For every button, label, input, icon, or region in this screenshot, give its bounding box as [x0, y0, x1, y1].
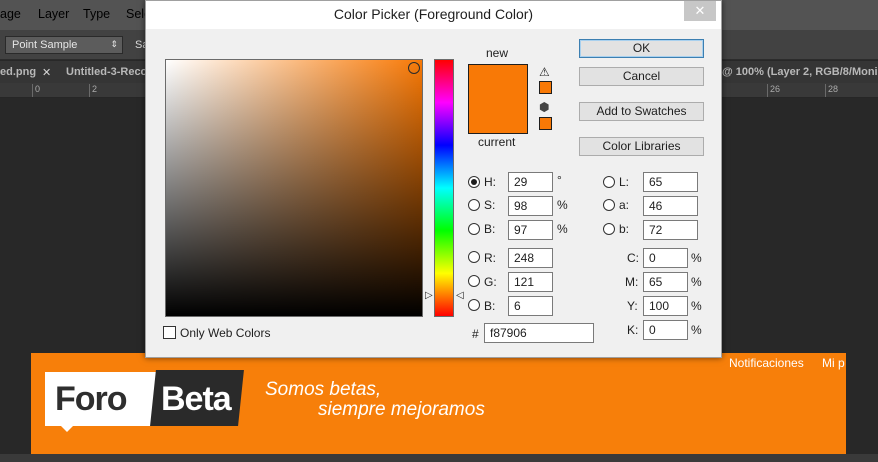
cyan-input[interactable] — [643, 248, 688, 268]
only-web-colors-checkbox[interactable] — [163, 326, 176, 339]
color-field[interactable] — [165, 59, 423, 317]
add-to-swatches-button[interactable]: Add to Swatches — [579, 102, 704, 121]
ruler-mark: 26 — [770, 84, 781, 94]
lightness-label: L: — [619, 175, 630, 189]
web-safe-cube-icon[interactable]: ⬢ — [539, 100, 549, 114]
degree-unit: ° — [557, 173, 562, 187]
percent-unit: % — [557, 222, 568, 236]
hex-input[interactable] — [484, 323, 594, 343]
menu-layer[interactable]: Layer — [38, 7, 69, 21]
new-color-label: new — [486, 46, 509, 60]
menu-type[interactable]: Type — [83, 7, 110, 21]
logo-text-foro: Foro — [55, 380, 128, 418]
blue-input[interactable] — [508, 296, 553, 316]
brightness-input[interactable] — [508, 220, 553, 240]
doc-tab-2[interactable]: Untitled-3-Reco — [66, 61, 146, 83]
a-channel-label: a: — [619, 198, 630, 212]
black-label: K: — [627, 323, 639, 337]
select-arrows-icon: ⇕ — [110, 39, 118, 49]
radio-lightness[interactable] — [603, 176, 615, 188]
sample-select-value: Point Sample — [12, 39, 78, 51]
slogan-line-2: siempre mejoramos — [318, 399, 485, 420]
sample-select[interactable]: Point Sample ⇕ — [5, 36, 123, 54]
radio-b-channel[interactable] — [603, 223, 615, 235]
ruler-tick — [767, 84, 768, 97]
hue-slider-right-arrow-icon[interactable]: ◁ — [456, 290, 464, 301]
only-web-colors-label: Only Web Colors — [180, 326, 271, 340]
color-field-cursor[interactable] — [408, 62, 420, 74]
web-safe-color-swatch[interactable] — [539, 117, 552, 130]
blue-label: B: — [484, 299, 496, 313]
hue-slider[interactable] — [434, 59, 454, 317]
doc-tab-3[interactable]: @ 100% (Layer 2, RGB/8/Moni — [722, 61, 878, 83]
color-libraries-button[interactable]: Color Libraries — [579, 137, 704, 156]
color-preview — [468, 64, 528, 134]
black-input[interactable] — [643, 320, 688, 340]
doc-tab-1[interactable]: ed.png — [0, 61, 36, 83]
magenta-label: M: — [625, 275, 639, 289]
cancel-button[interactable]: Cancel — [579, 67, 704, 86]
ruler-mark: 2 — [92, 84, 98, 94]
radio-green[interactable] — [468, 275, 480, 287]
forobeta-logo[interactable]: Foro Beta — [45, 370, 244, 432]
ruler-tick — [32, 84, 33, 97]
close-icon[interactable]: ✕ — [684, 1, 716, 21]
ruler-tick — [89, 84, 90, 97]
ruler-mark: 28 — [828, 84, 839, 94]
hue-label: H: — [484, 175, 496, 189]
radio-saturation[interactable] — [468, 199, 480, 211]
hue-slider-left-arrow-icon[interactable]: ▷ — [425, 290, 433, 301]
brightness-label: B: — [484, 222, 496, 236]
profile-link[interactable]: Mi p — [822, 356, 846, 370]
magenta-input[interactable] — [643, 272, 688, 292]
yellow-label: Y: — [627, 299, 638, 313]
hex-label: # — [472, 327, 479, 341]
canvas-bottom-strip — [0, 454, 878, 462]
percent-unit: % — [691, 251, 702, 265]
b-channel-input[interactable] — [643, 220, 698, 240]
radio-red[interactable] — [468, 251, 480, 263]
radio-hue[interactable] — [468, 176, 480, 188]
red-label: R: — [484, 251, 496, 265]
out-of-gamut-warning-icon[interactable]: ⚠ — [539, 65, 550, 79]
radio-a-channel[interactable] — [603, 199, 615, 211]
percent-unit: % — [691, 323, 702, 337]
red-input[interactable] — [508, 248, 553, 268]
dialog-title: Color Picker (Foreground Color) — [333, 6, 534, 22]
ok-button[interactable]: OK — [579, 39, 704, 58]
lightness-input[interactable] — [643, 172, 698, 192]
tab-close-icon[interactable]: ✕ — [42, 66, 51, 79]
percent-unit: % — [557, 198, 568, 212]
notifications-link[interactable]: Notificaciones — [729, 356, 804, 370]
green-label: G: — [484, 275, 497, 289]
yellow-input[interactable] — [643, 296, 688, 316]
green-input[interactable] — [508, 272, 553, 292]
ruler-tick — [825, 84, 826, 97]
cyan-label: C: — [627, 251, 639, 265]
radio-blue[interactable] — [468, 299, 480, 311]
current-color-swatch[interactable] — [469, 99, 527, 133]
saturation-label: S: — [484, 198, 496, 212]
b-channel-label: b: — [619, 222, 630, 236]
gamut-color-swatch[interactable] — [539, 81, 552, 94]
logo-speech-tail — [59, 424, 75, 432]
percent-unit: % — [691, 275, 702, 289]
saturation-input[interactable] — [508, 196, 553, 216]
percent-unit: % — [691, 299, 702, 313]
menu-image[interactable]: age — [0, 7, 21, 21]
current-color-label: current — [478, 135, 516, 149]
new-color-swatch — [469, 65, 527, 99]
hue-input[interactable] — [508, 172, 553, 192]
a-channel-input[interactable] — [643, 196, 698, 216]
ruler-mark: 0 — [35, 84, 41, 94]
slogan-line-1: Somos betas, — [265, 379, 382, 400]
radio-brightness[interactable] — [468, 223, 480, 235]
logo-text-beta: Beta — [161, 380, 232, 418]
color-picker-dialog: Color Picker (Foreground Color) ✕ ▷ ◁ ne… — [145, 0, 722, 358]
